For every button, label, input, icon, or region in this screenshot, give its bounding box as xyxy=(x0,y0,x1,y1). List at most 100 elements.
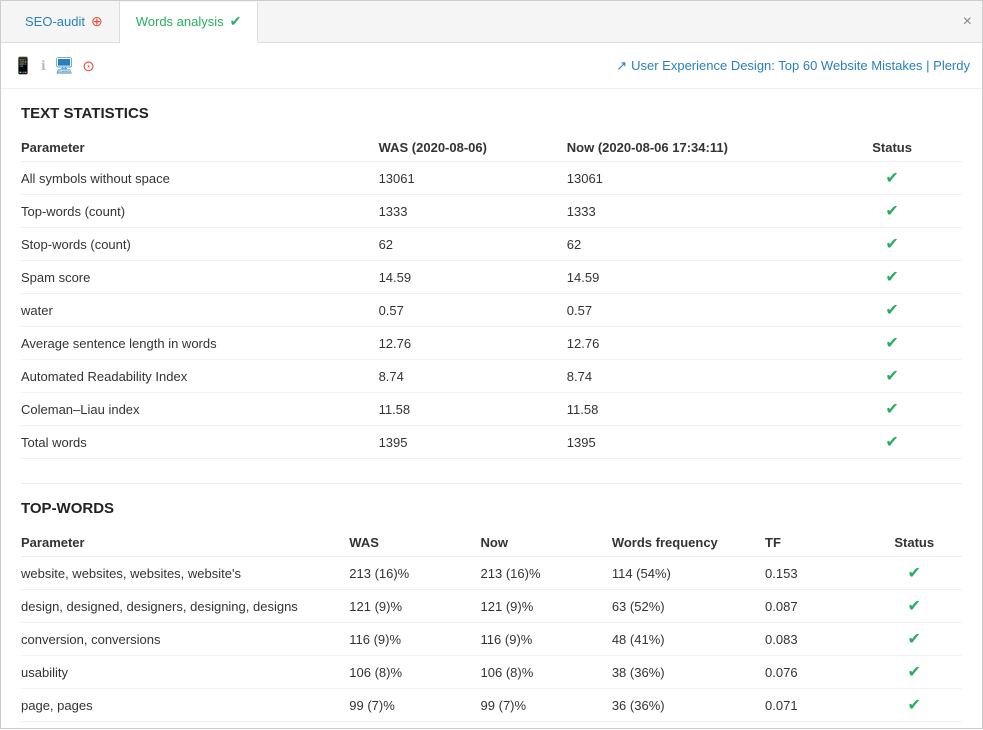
was-cell: 0.57 xyxy=(379,294,567,327)
was-cell: 99 (7)% xyxy=(349,689,480,722)
check-icon: ✔ xyxy=(908,697,921,714)
check-icon: ✔ xyxy=(885,335,898,352)
tab-seo-audit[interactable]: SEO-audit ⊕ xyxy=(9,1,120,42)
tf-cell: 0.087 xyxy=(765,590,874,623)
tab-seo-audit-label: SEO-audit xyxy=(25,14,85,29)
device-icons: 📱 ℹ 🖥 ⊙ xyxy=(13,56,95,76)
tf-cell: 0.076 xyxy=(765,656,874,689)
table-row: Automated Readability Index 8.74 8.74 ✔ xyxy=(21,360,962,393)
status-cell: ✔ xyxy=(874,623,962,656)
status-cell: ✔ xyxy=(830,195,962,228)
main-content: TEXT STATISTICS Parameter WAS (2020-08-0… xyxy=(1,89,982,730)
param-cell: water xyxy=(21,294,379,327)
freq-cell: 114 (54%) xyxy=(612,557,765,590)
check-icon: ✔ xyxy=(885,203,898,220)
check-icon: ✔ xyxy=(908,598,921,615)
col-freq-header: Words frequency xyxy=(612,529,765,557)
check-icon: ✔ xyxy=(885,269,898,286)
check-icon: ✔ xyxy=(885,236,898,253)
status-cell: ✔ xyxy=(830,294,962,327)
tab-bar: SEO-audit ⊕ Words analysis ✔ × xyxy=(1,1,982,43)
external-link-icon: ↗ xyxy=(616,58,627,74)
col-was-header: WAS (2020-08-06) xyxy=(379,134,567,162)
now-cell: 213 (16)% xyxy=(481,557,612,590)
table-row: design, designed, designers, designing, … xyxy=(21,590,962,623)
tab-words-analysis-icon: ✔ xyxy=(230,13,242,30)
top-words-header-row: Parameter WAS Now Words frequency TF Sta… xyxy=(21,529,962,557)
now-cell: 106 (8)% xyxy=(481,656,612,689)
param-cell: Stop-words (count) xyxy=(21,228,379,261)
desktop-icon[interactable]: 🖥 xyxy=(54,56,74,76)
tf-cell: 0.083 xyxy=(765,623,874,656)
now-cell: 12.76 xyxy=(567,327,830,360)
param-cell: Top-words (count) xyxy=(21,195,379,228)
now-cell: 0.57 xyxy=(567,294,830,327)
text-statistics-header-row: Parameter WAS (2020-08-06) Now (2020-08-… xyxy=(21,134,962,162)
was-cell: 62 xyxy=(379,228,567,261)
check-icon: ✔ xyxy=(885,170,898,187)
status-cell: ✔ xyxy=(874,689,962,722)
now-cell: 99 (7)% xyxy=(481,689,612,722)
check-icon: ✔ xyxy=(908,565,921,582)
param-cell: Coleman–Liau index xyxy=(21,393,379,426)
check-icon: ✔ xyxy=(908,631,921,648)
now-cell: 11.58 xyxy=(567,393,830,426)
now-cell: 13061 xyxy=(567,162,830,195)
table-row: Average sentence length in words 12.76 1… xyxy=(21,327,962,360)
warning-icon[interactable]: ⊙ xyxy=(82,57,95,75)
table-row: website, websites, websites, website's 2… xyxy=(21,557,962,590)
now-cell: 1333 xyxy=(567,195,830,228)
col-was-tw-header: WAS xyxy=(349,529,480,557)
was-cell: 106 (8)% xyxy=(349,656,480,689)
table-row: Top-words (count) 1333 1333 ✔ xyxy=(21,195,962,228)
table-row: conversion, conversions 116 (9)% 116 (9)… xyxy=(21,623,962,656)
check-icon: ✔ xyxy=(908,664,921,681)
freq-cell: 38 (36%) xyxy=(612,656,765,689)
keyword-cell: conversion, conversions xyxy=(21,623,349,656)
was-cell: 121 (9)% xyxy=(349,590,480,623)
keyword-cell: usability xyxy=(21,656,349,689)
text-statistics-section: TEXT STATISTICS Parameter WAS (2020-08-0… xyxy=(21,105,962,459)
was-cell: 8.74 xyxy=(379,360,567,393)
now-cell: 121 (9)% xyxy=(481,590,612,623)
col-now-header: Now (2020-08-06 17:34:11) xyxy=(567,134,830,162)
tab-seo-audit-icon: ⊕ xyxy=(91,13,103,30)
check-icon: ✔ xyxy=(885,302,898,319)
text-statistics-title: TEXT STATISTICS xyxy=(21,105,962,122)
tab-words-analysis[interactable]: Words analysis ✔ xyxy=(120,2,259,43)
status-cell: ✔ xyxy=(830,327,962,360)
was-cell: 13061 xyxy=(379,162,567,195)
status-cell: ✔ xyxy=(830,261,962,294)
was-cell: 1333 xyxy=(379,195,567,228)
top-words-title: TOP-WORDS xyxy=(21,500,962,517)
was-cell: 116 (9)% xyxy=(349,623,480,656)
close-icon[interactable]: × xyxy=(963,13,972,31)
param-cell: All symbols without space xyxy=(21,162,379,195)
tf-cell: 0.153 xyxy=(765,557,874,590)
status-cell: ✔ xyxy=(874,656,962,689)
external-link[interactable]: ↗ User Experience Design: Top 60 Website… xyxy=(616,58,970,74)
top-words-table: Parameter WAS Now Words frequency TF Sta… xyxy=(21,529,962,730)
table-row: Spam score 14.59 14.59 ✔ xyxy=(21,261,962,294)
status-cell: ✔ xyxy=(830,393,962,426)
table-row: All symbols without space 13061 13061 ✔ xyxy=(21,162,962,195)
param-cell: Average sentence length in words xyxy=(21,327,379,360)
mobile-icon[interactable]: 📱 xyxy=(13,56,33,76)
col-param-header: Parameter xyxy=(21,134,379,162)
section-divider xyxy=(21,483,962,484)
param-cell: Automated Readability Index xyxy=(21,360,379,393)
now-cell: 8.74 xyxy=(567,360,830,393)
status-cell: ✔ xyxy=(874,590,962,623)
param-cell: Spam score xyxy=(21,261,379,294)
col-status-header: Status xyxy=(830,134,962,162)
now-cell: 62 xyxy=(567,228,830,261)
keyword-cell: page, pages xyxy=(21,689,349,722)
table-row: usability 106 (8)% 106 (8)% 38 (36%) 0.0… xyxy=(21,656,962,689)
keyword-cell: design, designed, designers, designing, … xyxy=(21,590,349,623)
status-cell: ✔ xyxy=(830,162,962,195)
col-kw-header: Parameter xyxy=(21,529,349,557)
info-icon[interactable]: ℹ xyxy=(41,58,46,74)
keyword-cell: website, websites, websites, website's xyxy=(21,557,349,590)
now-cell: 1395 xyxy=(567,426,830,459)
tf-cell: 0.071 xyxy=(765,689,874,722)
